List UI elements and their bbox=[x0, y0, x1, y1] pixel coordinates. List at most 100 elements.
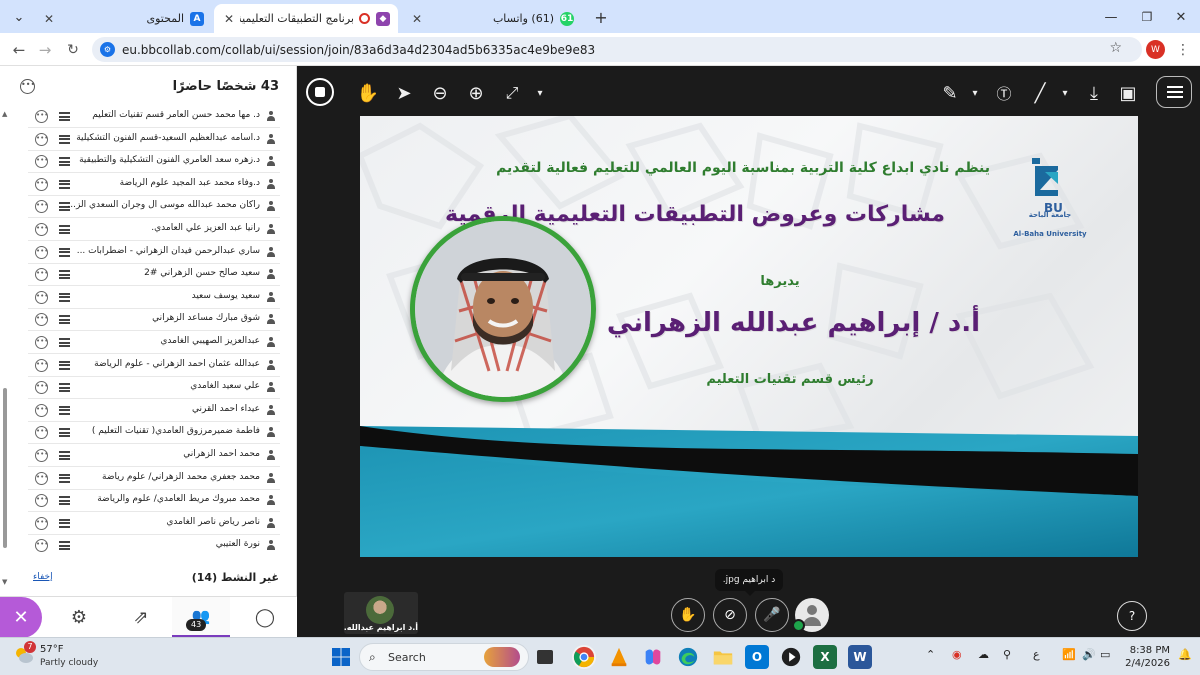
participant-row[interactable]: ••• عبدالعزيز الصهيبي الغامدي bbox=[28, 332, 280, 354]
notifications-icon[interactable]: 🔔 bbox=[1178, 648, 1192, 661]
participant-options-icon[interactable]: ••• bbox=[35, 200, 48, 214]
panel-options-icon[interactable]: ••• bbox=[20, 79, 35, 94]
url-field[interactable]: ⚙ eu.bbcollab.com/collab/ui/session/join… bbox=[92, 37, 1142, 62]
tab-session[interactable]: ◆ برنامج التطبيقات التعليمية و ✕ bbox=[214, 4, 398, 33]
tab-close-icon[interactable]: ✕ bbox=[410, 12, 424, 26]
participant-options-icon[interactable]: ••• bbox=[35, 313, 48, 327]
participant-row[interactable]: ••• راكان محمد عبدالله موسى ال وجران السع… bbox=[28, 196, 280, 219]
share-content-icon[interactable]: ⇗ bbox=[112, 597, 170, 638]
session-menu-button[interactable] bbox=[1156, 76, 1192, 108]
participant-row[interactable]: ••• محمد مبروك مريط العامدي/ علوم والرياض… bbox=[28, 490, 280, 513]
file-explorer-icon[interactable] bbox=[711, 645, 735, 669]
fit-screen-icon[interactable]: ⤢ bbox=[499, 80, 525, 106]
participant-row[interactable]: ••• شوق مبارك مساعد الزهراني bbox=[28, 309, 280, 332]
start-windows-icon[interactable] bbox=[329, 645, 353, 669]
download-icon[interactable]: ⤓ bbox=[1081, 80, 1107, 106]
participant-row[interactable]: ••• محمد جعفري محمد الزهراني/ علوم رياضة bbox=[28, 468, 280, 490]
copilot-icon[interactable] bbox=[641, 645, 665, 669]
settings-gear-icon[interactable]: ⚙ bbox=[50, 597, 108, 638]
line-tool-icon[interactable]: ╱ bbox=[1027, 80, 1053, 106]
participant-options-icon[interactable]: ••• bbox=[35, 494, 48, 508]
line-dropdown-icon[interactable]: ▾ bbox=[1052, 80, 1078, 106]
participant-row[interactable]: ••• نورة العتيبي bbox=[28, 535, 280, 556]
participant-options-icon[interactable]: ••• bbox=[35, 449, 48, 462]
browser-menu-icon[interactable]: ⋮ bbox=[1172, 39, 1194, 61]
participant-options-icon[interactable]: ••• bbox=[35, 381, 48, 395]
bookmark-star-icon[interactable]: ☆ bbox=[1109, 40, 1122, 56]
show-hidden-icons[interactable]: ⌃ bbox=[926, 648, 935, 661]
participant-options-icon[interactable]: ••• bbox=[35, 336, 48, 349]
back-icon[interactable]: ← bbox=[8, 39, 30, 61]
participant-options-icon[interactable]: ••• bbox=[35, 403, 48, 417]
raise-hand-button[interactable]: ✋ bbox=[671, 598, 705, 632]
forward-icon[interactable]: → bbox=[34, 39, 56, 61]
stop-recording-button[interactable] bbox=[306, 78, 334, 106]
edge-icon[interactable] bbox=[676, 645, 700, 669]
pen-dropdown-icon[interactable]: ▾ bbox=[962, 80, 988, 106]
vlc-icon[interactable] bbox=[607, 645, 631, 669]
battery-icon[interactable]: ▭ bbox=[1100, 648, 1110, 661]
site-info-icon[interactable]: ⚙ bbox=[100, 42, 115, 57]
close-window-icon[interactable]: ✕ bbox=[1170, 6, 1192, 28]
participant-options-icon[interactable]: ••• bbox=[35, 426, 48, 440]
participant-row[interactable]: ••• علي سعيد الغامدي bbox=[28, 377, 280, 400]
participant-row[interactable]: ••• عبدالله عثمان احمد الزهراني - علوم ال… bbox=[28, 355, 280, 377]
participant-row[interactable]: ••• سعيد يوسف سعيد bbox=[28, 287, 280, 309]
participant-row[interactable]: ••• سعيد صالح حسن الزهراني #2 bbox=[28, 264, 280, 287]
tab-close-icon[interactable]: ✕ bbox=[42, 12, 56, 26]
pen-icon[interactable]: ✎ bbox=[937, 80, 963, 106]
minimize-icon[interactable]: — bbox=[1100, 6, 1122, 28]
participant-options-icon[interactable]: ••• bbox=[35, 516, 48, 530]
participant-row[interactable]: ••• ناصر رياض ناصر الغامدي bbox=[28, 513, 280, 535]
taskbar-search[interactable]: ⌕ Search bbox=[359, 643, 529, 671]
participant-row[interactable]: ••• د.أسامه عبدالعظيم السعيد-قسم الفنون ا… bbox=[28, 129, 280, 151]
zoom-in-icon[interactable]: ⊕ bbox=[463, 80, 489, 106]
restore-icon[interactable]: ❐ bbox=[1136, 6, 1158, 28]
pointer-icon[interactable]: ➤ bbox=[391, 80, 417, 106]
scrollbar[interactable] bbox=[3, 388, 7, 548]
participant-options-icon[interactable]: ••• bbox=[35, 268, 48, 282]
media-player-icon[interactable] bbox=[779, 645, 803, 669]
wifi-icon[interactable]: 📶 bbox=[1062, 648, 1076, 661]
participant-options-icon[interactable]: ••• bbox=[35, 110, 48, 123]
participant-row[interactable]: ••• محمد احمد الزهراني bbox=[28, 445, 280, 467]
video-thumbnail[interactable]: أ.د ابراهيم عبدالله... bbox=[344, 592, 418, 634]
participant-options-icon[interactable]: ••• bbox=[35, 245, 48, 259]
tab-close-icon[interactable]: ✕ bbox=[222, 12, 236, 26]
antivirus-icon[interactable]: ◉ bbox=[952, 648, 962, 661]
word-icon[interactable]: W bbox=[848, 645, 872, 669]
participant-row[interactable]: ••• د.وفاء محمد عبد المجيد علوم الرياضة bbox=[28, 174, 280, 196]
chrome-icon[interactable] bbox=[572, 645, 596, 669]
attendees-button[interactable]: 👥 43 bbox=[172, 597, 230, 638]
scroll-up-icon[interactable]: ▲ bbox=[2, 110, 7, 118]
new-tab-button[interactable]: + bbox=[590, 6, 612, 28]
microphone-button[interactable]: 🎤 bbox=[755, 598, 789, 632]
chat-icon[interactable]: ◯ bbox=[236, 597, 294, 638]
language-indicator[interactable]: ع bbox=[1033, 648, 1040, 661]
participant-row[interactable]: ••• عيداء احمد القرني bbox=[28, 400, 280, 422]
reload-icon[interactable]: ↻ bbox=[62, 39, 84, 61]
hide-link[interactable]: إخفاء bbox=[33, 572, 53, 582]
participant-options-icon[interactable]: ••• bbox=[35, 155, 48, 169]
tab-search-chevron-icon[interactable]: ⌄ bbox=[8, 6, 30, 28]
tab-content[interactable]: A المحتوى ✕ bbox=[34, 4, 212, 33]
outlook-icon[interactable]: O bbox=[745, 645, 769, 669]
camera-button[interactable]: ⊘ bbox=[713, 598, 747, 632]
zoom-out-icon[interactable]: ⊖ bbox=[427, 80, 453, 106]
help-icon[interactable]: ? bbox=[1117, 601, 1147, 631]
excel-icon[interactable]: X bbox=[813, 645, 837, 669]
onedrive-icon[interactable]: ☁ bbox=[978, 648, 989, 661]
participant-options-icon[interactable]: ••• bbox=[35, 471, 48, 485]
text-tool-icon[interactable]: Ⓣ bbox=[991, 80, 1017, 106]
participant-row[interactable]: ••• د.زهره سعد العامري الفنون التشكيلية و… bbox=[28, 151, 280, 174]
participant-row[interactable]: ••• فاطمة ضميرمرزوق العامدي( تقنيات التعل… bbox=[28, 422, 280, 445]
participant-options-icon[interactable]: ••• bbox=[35, 290, 48, 304]
profile-avatar[interactable]: W bbox=[1146, 40, 1165, 59]
system-clock[interactable]: 8:38 PM 2/4/2026 bbox=[1120, 644, 1170, 670]
pan-hand-icon[interactable]: ✋ bbox=[355, 80, 381, 106]
close-panel-button[interactable]: ✕ bbox=[0, 597, 42, 638]
participant-options-icon[interactable]: ••• bbox=[35, 539, 48, 553]
share-whiteboard-icon[interactable]: ▣ bbox=[1115, 80, 1141, 106]
tab-whatsapp[interactable]: 61 (61) واتساب ✕ bbox=[402, 4, 582, 33]
participant-options-icon[interactable]: ••• bbox=[35, 358, 48, 372]
